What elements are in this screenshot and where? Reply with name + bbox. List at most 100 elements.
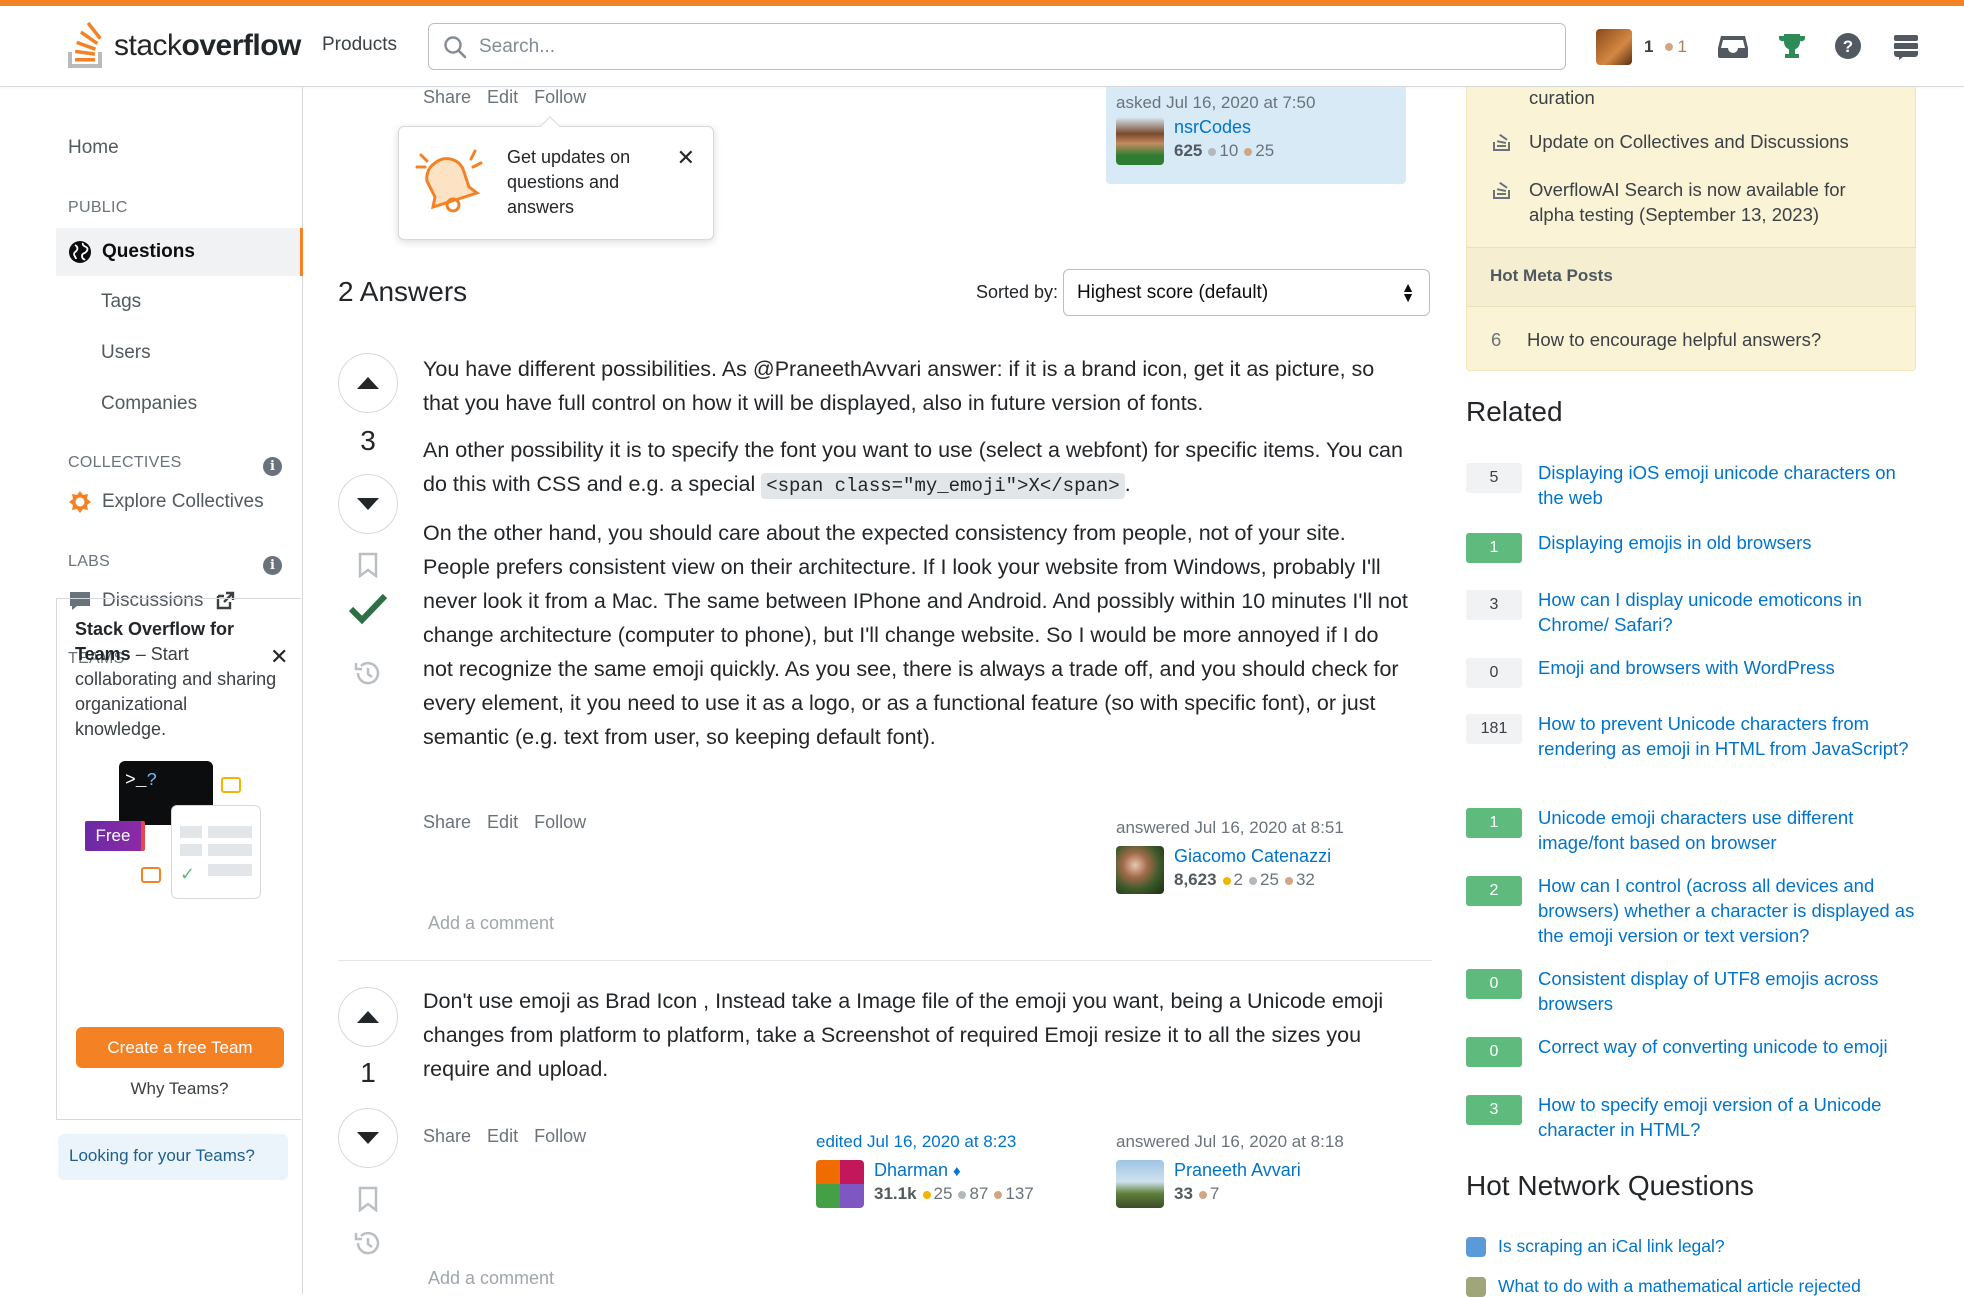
answer2-follow-link[interactable]: Follow — [534, 1126, 586, 1147]
related-question-link[interactable]: Correct way of converting unicode to emo… — [1538, 1034, 1888, 1067]
sort-answers-select[interactable]: Highest score (default) ▲ ▼ — [1063, 269, 1430, 316]
inline-code: <span class="my_emoji">X</span> — [761, 473, 1125, 499]
answer1-author-name[interactable]: Giacomo Catenazzi — [1174, 846, 1331, 867]
top-bar: stackoverflow Products 1 1 ? — [0, 6, 1964, 87]
products-menu[interactable]: Products — [322, 34, 397, 56]
answer2-author-name[interactable]: Praneeth Avvari — [1174, 1160, 1301, 1181]
nav-tags[interactable]: Tags — [101, 291, 141, 313]
asker-avatar[interactable] — [1116, 117, 1164, 165]
answer2-editor-signature: edited Jul 16, 2020 at 8:23 Dharman ♦ 31… — [816, 1132, 1034, 1208]
hnq-item[interactable]: Is scraping an iCal link legal? — [1466, 1236, 1725, 1257]
labs-info-icon[interactable]: i — [263, 556, 282, 575]
moderator-diamond-icon: ♦ — [953, 1163, 961, 1180]
related-question-link[interactable]: How can I display unicode emoticons in C… — [1538, 587, 1916, 637]
looking-for-teams-link[interactable]: Looking for your Teams? — [58, 1134, 288, 1180]
answer2-editor-avatar[interactable] — [816, 1160, 864, 1208]
logo-text: stackoverflow — [114, 29, 301, 62]
search-box[interactable] — [428, 23, 1566, 70]
related-item[interactable]: 0 Consistent display of UTF8 emojis acros… — [1466, 966, 1916, 1016]
user-avatar — [1596, 29, 1632, 65]
asker-name[interactable]: nsrCodes — [1174, 117, 1274, 138]
answer1-edit-link[interactable]: Edit — [487, 812, 518, 833]
popover-text: Get updates on questions and answers — [507, 147, 631, 217]
answer2-add-comment-link[interactable]: Add a comment — [428, 1268, 554, 1289]
nav-users[interactable]: Users — [101, 342, 151, 364]
hot-meta-item[interactable]: 6 How to encourage helpful answers? — [1491, 327, 1887, 352]
blog-item-curation[interactable]: curation — [1493, 85, 1889, 110]
related-item[interactable]: 2 How can I control (across all devices a… — [1466, 873, 1916, 948]
popover-close-icon[interactable]: ✕ — [677, 145, 695, 171]
answer1-paragraph-1: You have different possibilities. As @Pr… — [423, 357, 1375, 415]
related-item[interactable]: 3 How can I display unicode emoticons in … — [1466, 587, 1916, 637]
collectives-info-icon[interactable]: i — [263, 457, 282, 476]
answer1-history-icon[interactable] — [353, 660, 381, 686]
achievements-icon[interactable] — [1774, 28, 1810, 64]
nav-explore-collectives[interactable]: Explore Collectives — [68, 490, 264, 514]
answer2-edit-link[interactable]: Edit — [487, 1126, 518, 1147]
answer2-author-avatar[interactable] — [1116, 1160, 1164, 1208]
help-icon[interactable]: ? — [1830, 28, 1866, 64]
related-score-badge: 0 — [1466, 658, 1522, 688]
site-icon — [1466, 1236, 1486, 1257]
search-input[interactable] — [479, 35, 1529, 58]
answer2-downvote-button[interactable] — [338, 1108, 398, 1168]
chat-bubble-icon — [221, 777, 241, 793]
answer1-upvote-button[interactable] — [338, 353, 398, 413]
related-score-badge: 181 — [1466, 714, 1522, 744]
related-question-link[interactable]: How to specify emoji version of a Unicod… — [1538, 1092, 1916, 1142]
related-score-badge: 2 — [1466, 876, 1522, 906]
question-share-link[interactable]: Share — [423, 87, 471, 108]
bronze-badge-count: 1 — [1677, 37, 1687, 56]
related-item[interactable]: 1 Unicode emoji characters use different … — [1466, 805, 1916, 855]
answer2-history-icon[interactable] — [353, 1230, 381, 1256]
related-question-link[interactable]: How can I control (across all devices an… — [1538, 873, 1916, 948]
related-question-link[interactable]: How to prevent Unicode characters from r… — [1538, 711, 1916, 761]
related-item[interactable]: 0 Correct way of converting unicode to em… — [1466, 1034, 1916, 1067]
select-caret-icon: ▲ ▼ — [1401, 279, 1415, 305]
inbox-icon[interactable] — [1715, 28, 1751, 64]
related-question-link[interactable]: Emoji and browsers with WordPress — [1538, 655, 1835, 688]
answer1-add-comment-link[interactable]: Add a comment — [428, 913, 554, 934]
answer2-upvote-button[interactable] — [338, 987, 398, 1047]
answer2-body: Don't use emoji as Brad Icon , Instead t… — [423, 984, 1408, 1099]
answer1-author-reputation: 8,623 2 25 32 — [1174, 870, 1315, 889]
blog-item-overflowai[interactable]: OverflowAI Search is now available for a… — [1493, 177, 1889, 227]
related-score-badge: 1 — [1466, 533, 1522, 563]
related-item[interactable]: 5 Displaying iOS emoji unicode characters… — [1466, 460, 1916, 510]
why-teams-link[interactable]: Why Teams? — [57, 1079, 302, 1099]
nav-questions[interactable]: Questions — [56, 228, 303, 276]
site-switcher-icon[interactable] — [1888, 28, 1924, 64]
nav-section-collectives: COLLECTIVES — [68, 454, 182, 471]
answer1-follow-link[interactable]: Follow — [534, 812, 586, 833]
related-item[interactable]: 181 How to prevent Unicode characters fro… — [1466, 711, 1916, 761]
user-profile-link[interactable]: 1 1 — [1596, 26, 1687, 68]
stack-logo-small-icon — [1493, 133, 1510, 151]
question-follow-link[interactable]: Follow — [534, 87, 586, 108]
question-edit-link[interactable]: Edit — [487, 87, 518, 108]
related-item[interactable]: 0 Emoji and browsers with WordPress — [1466, 655, 1916, 688]
site-logo[interactable]: stackoverflow — [66, 22, 301, 70]
blog-item-collectives[interactable]: Update on Collectives and Discussions — [1493, 129, 1889, 154]
answer1-body: You have different possibilities. As @Pr… — [423, 352, 1408, 767]
related-question-link[interactable]: Displaying emojis in old browsers — [1538, 530, 1812, 563]
related-question-link[interactable]: Consistent display of UTF8 emojis across… — [1538, 966, 1916, 1016]
answer1-share-link[interactable]: Share — [423, 812, 471, 833]
nav-companies[interactable]: Companies — [101, 393, 197, 415]
create-team-button[interactable]: Create a free Team — [76, 1027, 284, 1068]
related-question-link[interactable]: Displaying iOS emoji unicode characters … — [1538, 460, 1916, 510]
answer2-editor-name[interactable]: Dharman ♦ — [874, 1160, 1034, 1181]
answer2-bookmark-icon[interactable] — [357, 1186, 379, 1212]
answer2-edited-date[interactable]: edited Jul 16, 2020 at 8:23 — [816, 1132, 1034, 1152]
related-question-link[interactable]: Unicode emoji characters use different i… — [1538, 805, 1916, 855]
answer1-downvote-button[interactable] — [338, 474, 398, 534]
answer1-author-avatar[interactable] — [1116, 846, 1164, 894]
related-item[interactable]: 1 Displaying emojis in old browsers — [1466, 530, 1916, 563]
answer2-share-link[interactable]: Share — [423, 1126, 471, 1147]
hot-network-questions-heading: Hot Network Questions — [1466, 1170, 1754, 1201]
svg-text:?: ? — [1843, 37, 1853, 56]
hot-meta-posts-header: Hot Meta Posts — [1467, 247, 1916, 307]
related-item[interactable]: 3 How to specify emoji version of a Unico… — [1466, 1092, 1916, 1142]
nav-home[interactable]: Home — [68, 137, 119, 159]
answer1-bookmark-icon[interactable] — [357, 552, 379, 578]
user-reputation: 1 — [1644, 37, 1654, 56]
